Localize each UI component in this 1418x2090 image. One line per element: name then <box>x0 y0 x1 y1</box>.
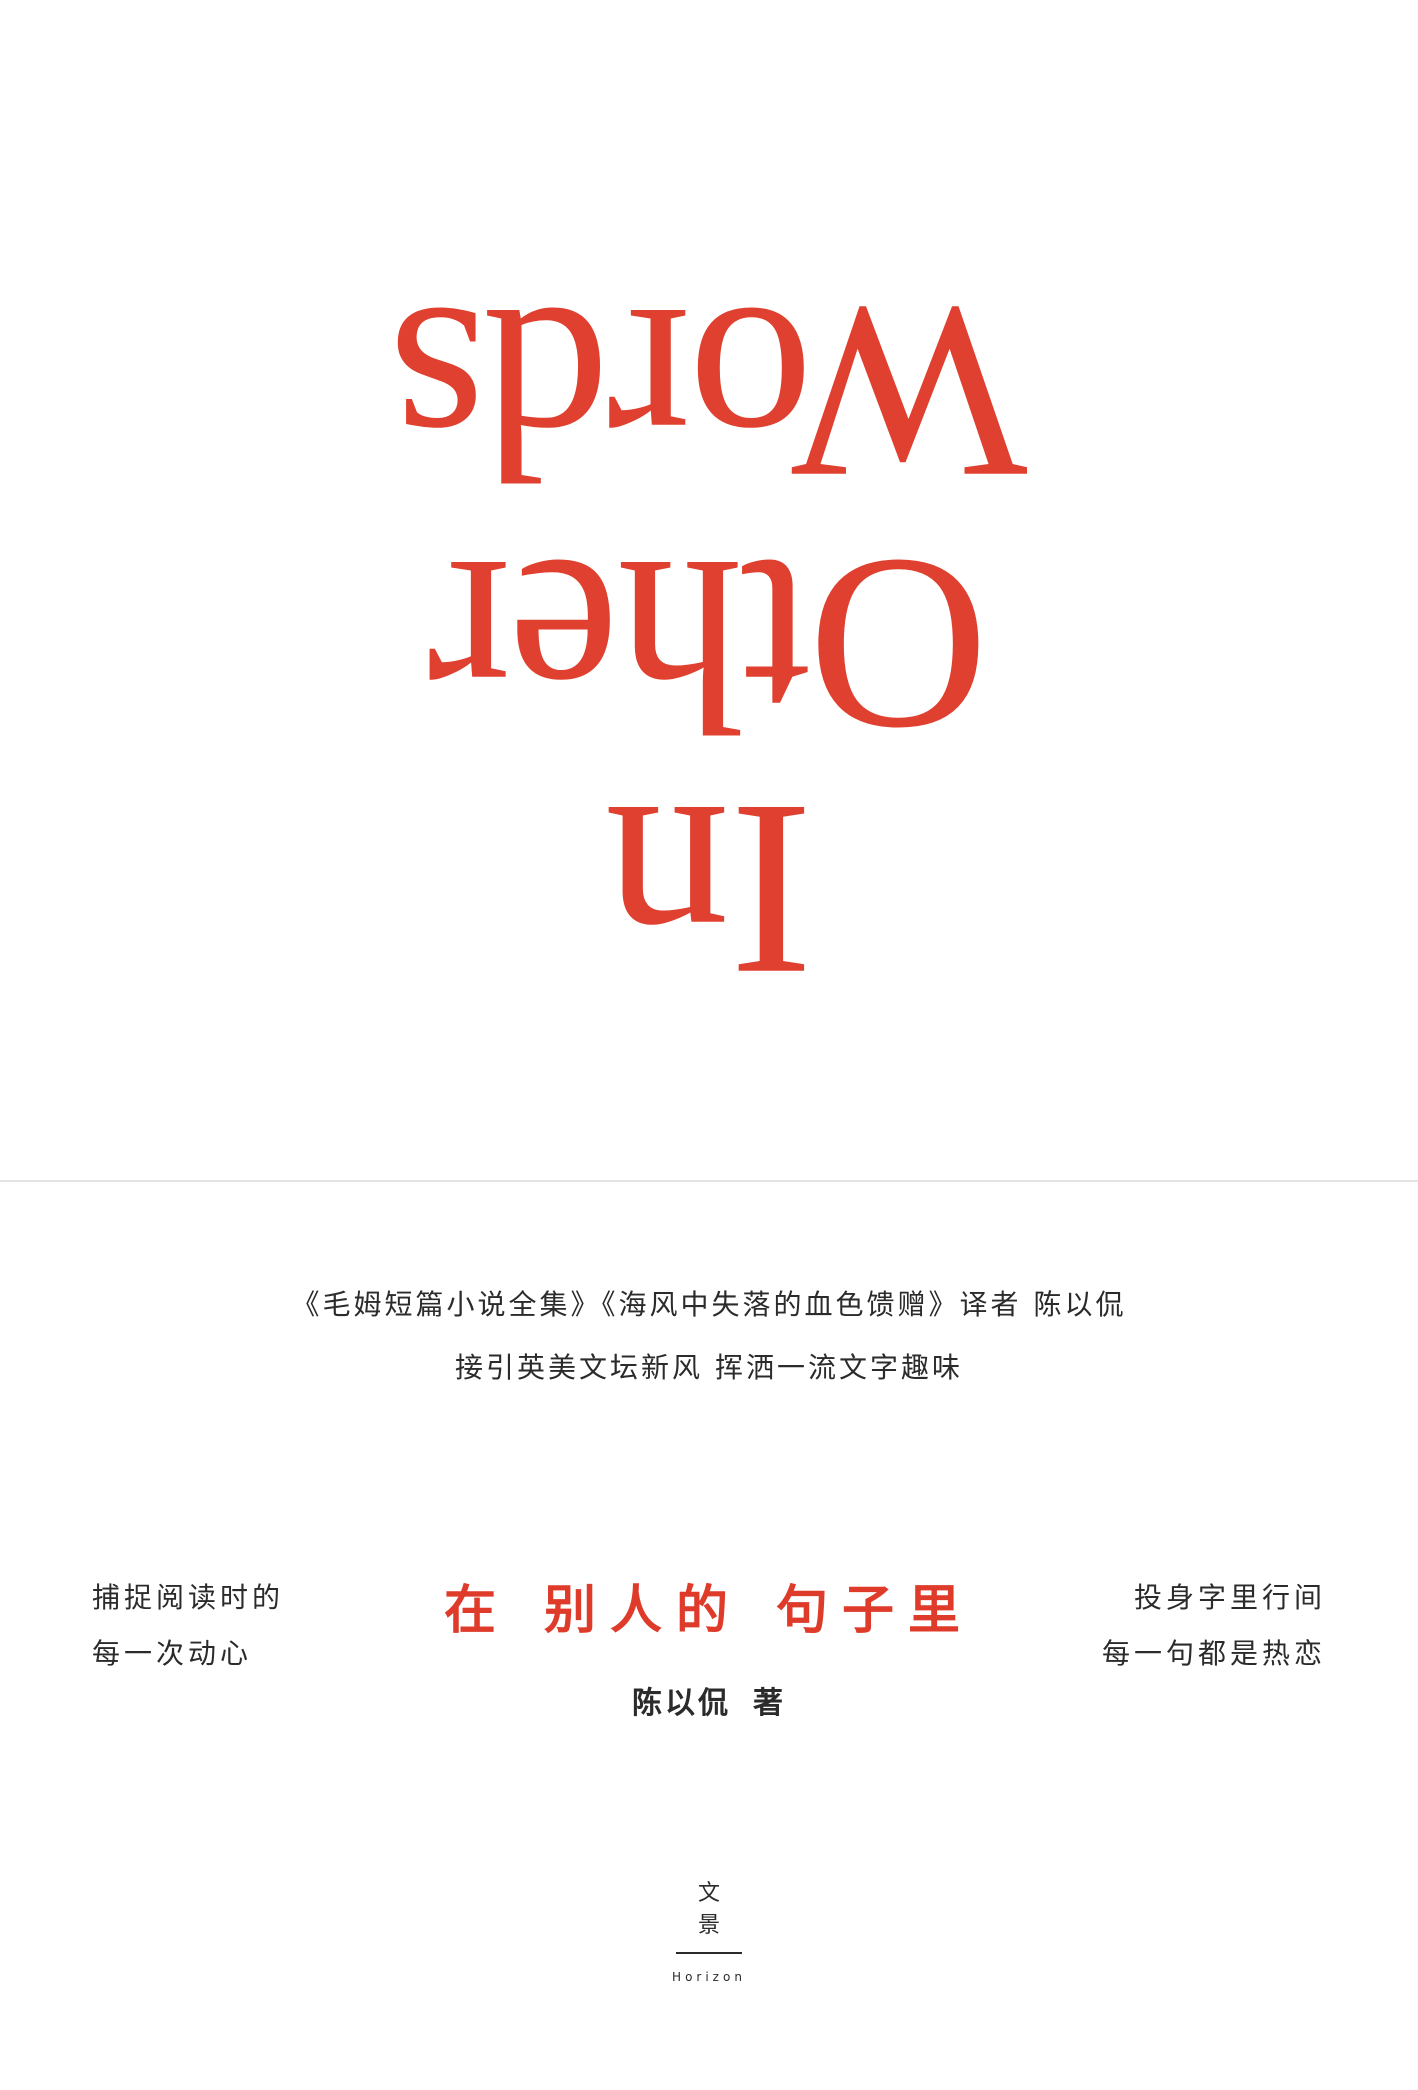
right-blurb: 投身字里行间 每一句都是热恋 <box>1102 1570 1326 1682</box>
right-blurb-line-1: 投身字里行间 <box>1133 1581 1326 1614</box>
title-en-in: In <box>604 752 814 1029</box>
publisher-rule <box>676 1952 742 1954</box>
author-role: 著 <box>753 1686 786 1721</box>
title-en-other: Other <box>429 507 989 784</box>
section-divider <box>0 1180 1418 1182</box>
title-cn-part-3: 句子里 <box>776 1580 975 1641</box>
tagline-line-1: 《毛姆短篇小说全集》《海风中失落的血色馈赠》译者 陈以侃 <box>291 1288 1127 1321</box>
publisher-name-en: Horizon <box>672 1970 746 1984</box>
author-name: 陈以侃 <box>632 1686 731 1721</box>
title-en-words: Words <box>390 255 1028 532</box>
right-blurb-line-2: 每一句都是热恋 <box>1101 1637 1326 1670</box>
author-credit: 陈以侃著 <box>0 1678 1418 1722</box>
publisher-char-1: 文 <box>697 1881 720 1906</box>
book-cover: Words Other In 《毛姆短篇小说全集》《海风中失落的血色馈赠》译者 … <box>0 0 1418 2090</box>
title-cn-part-1: 在 <box>443 1580 510 1641</box>
publisher-char-2: 景 <box>697 1913 720 1938</box>
tagline-line-2: 接引英美文坛新风 挥洒一流文字趣味 <box>455 1351 963 1384</box>
title-cn-part-2: 别人的 <box>543 1580 742 1641</box>
